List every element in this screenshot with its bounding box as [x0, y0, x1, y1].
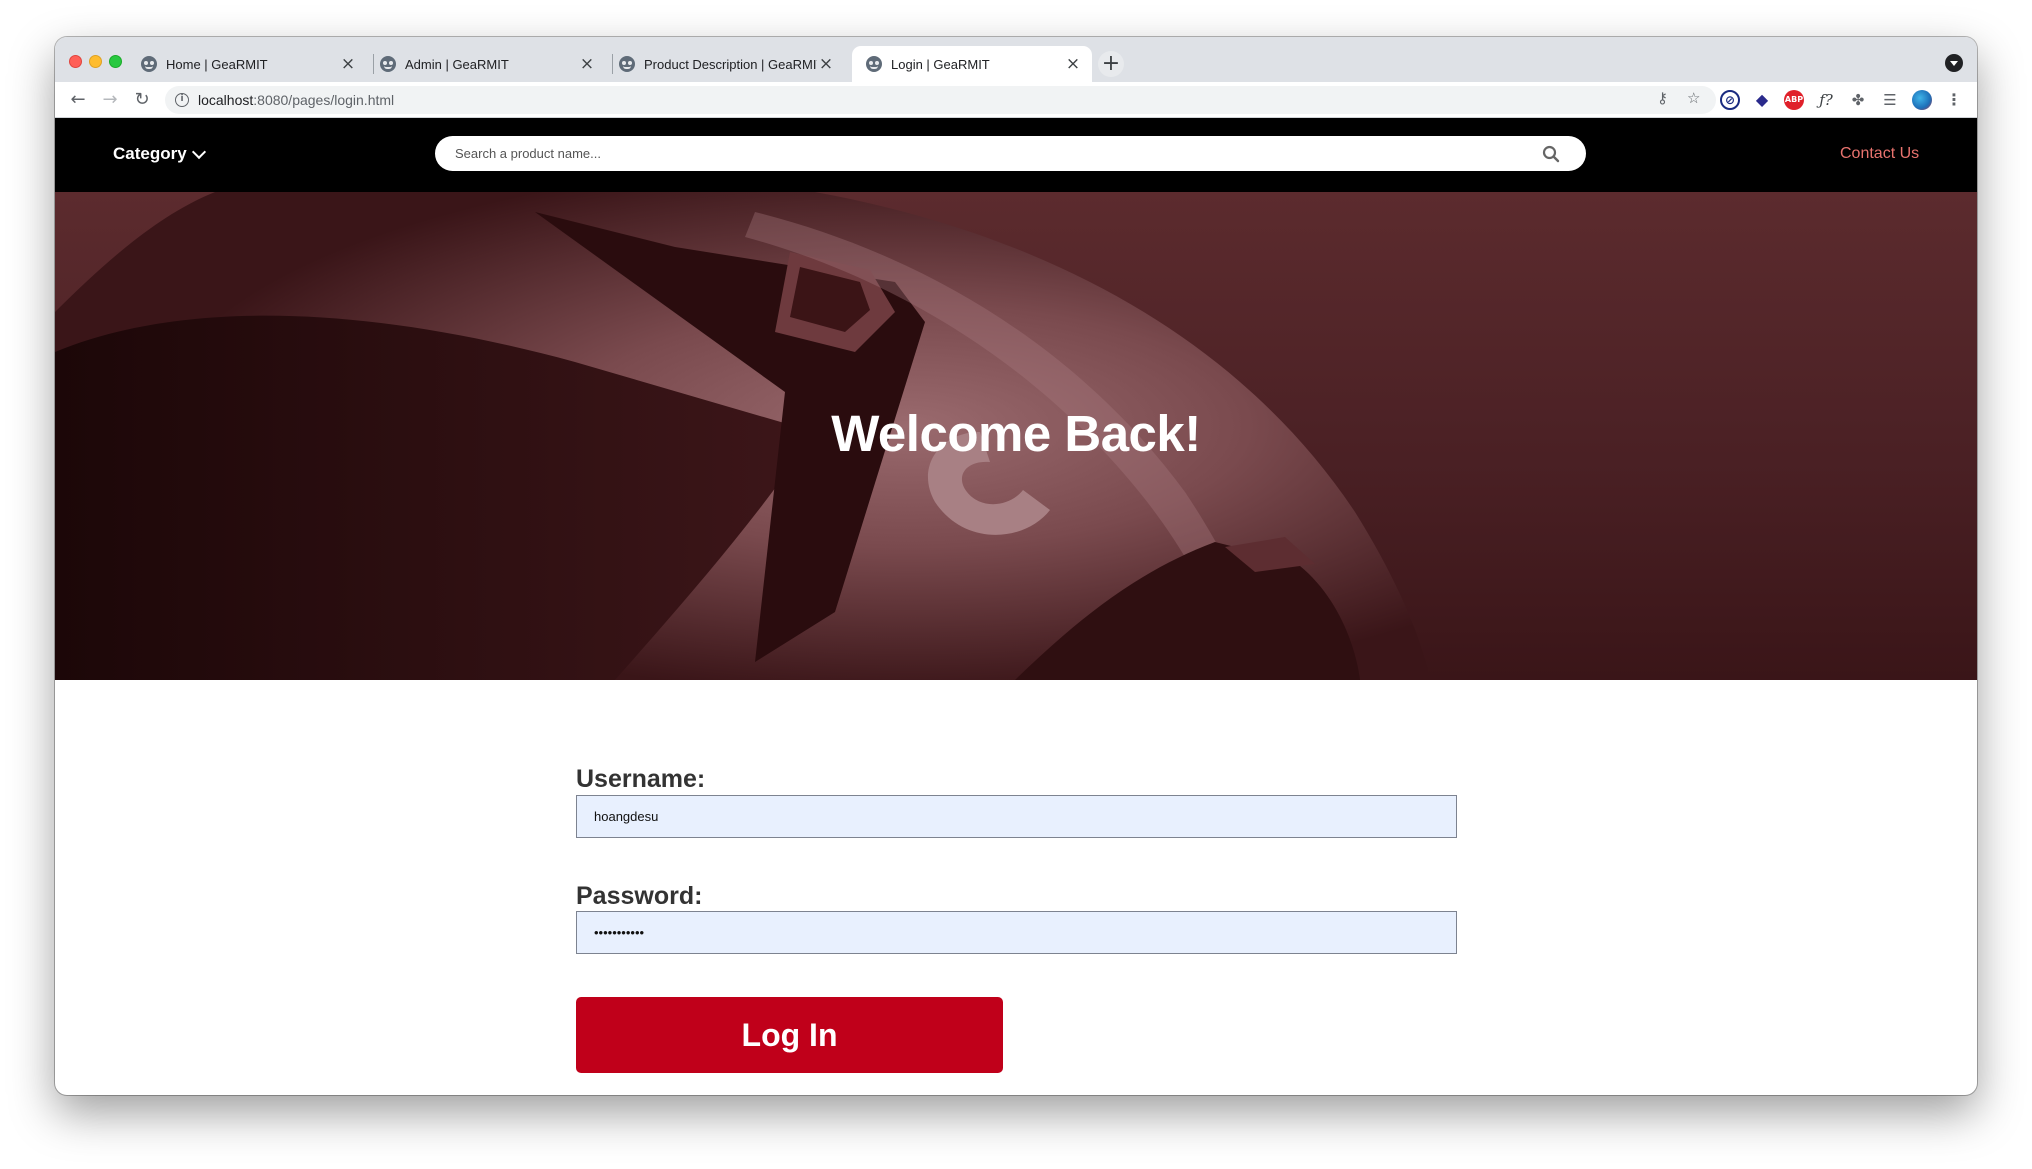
site-favicon-icon: [619, 56, 635, 72]
tab-title: Login | GeaRMIT: [891, 56, 990, 72]
category-label: Category: [113, 144, 187, 163]
site-info-icon[interactable]: i: [175, 93, 189, 107]
site-favicon-icon: [141, 56, 157, 72]
tab-title: Product Description | GeaRMIT: [644, 56, 817, 72]
bookmark-star-icon[interactable]: ☆: [1687, 89, 1700, 107]
site-favicon-icon: [866, 56, 882, 72]
browser-window: Home | GeaRMIT × Admin | GeaRMIT × Produ…: [55, 37, 1977, 1095]
browser-toolbar: ← → ↻ i localhost:8080/pages/login.html …: [55, 82, 1977, 118]
url-text[interactable]: localhost:8080/pages/login.html: [198, 92, 394, 108]
tab-login[interactable]: Login | GeaRMIT ×: [852, 46, 1092, 82]
close-tab-icon[interactable]: ×: [1064, 55, 1082, 73]
site-navbar: Category Contact Us: [55, 118, 1977, 192]
login-button[interactable]: Log In: [576, 997, 1003, 1073]
forward-arrow-icon[interactable]: →: [98, 88, 122, 112]
tab-title: Admin | GeaRMIT: [405, 56, 509, 72]
reload-icon[interactable]: ↻: [130, 88, 154, 112]
adblock-icon[interactable]: ABP: [1784, 90, 1804, 110]
tab-admin[interactable]: Admin | GeaRMIT ×: [366, 46, 606, 82]
minimize-window-button[interactable]: [89, 55, 102, 68]
page-title: Welcome Back!: [831, 405, 1201, 462]
search-input[interactable]: [435, 136, 1535, 171]
reading-list-icon[interactable]: ☰: [1880, 90, 1900, 110]
address-bar[interactable]: i localhost:8080/pages/login.html ⚷ ☆: [165, 86, 1716, 114]
key-icon[interactable]: ⚷: [1657, 89, 1668, 107]
zoom-window-button[interactable]: [109, 55, 122, 68]
close-tab-icon[interactable]: ×: [817, 55, 835, 73]
username-label: Username:: [576, 765, 706, 793]
new-tab-button[interactable]: +: [1098, 51, 1124, 77]
block-icon[interactable]: ⊘: [1720, 90, 1740, 110]
site-favicon-icon: [380, 56, 396, 72]
formula-icon[interactable]: ƒ?: [1816, 90, 1836, 110]
more-menu-icon[interactable]: ⋮: [1944, 90, 1964, 110]
password-label: Password:: [576, 882, 703, 910]
chevron-down-icon: [191, 144, 206, 159]
tab-home[interactable]: Home | GeaRMIT ×: [127, 46, 367, 82]
tab-title: Home | GeaRMIT: [166, 56, 268, 72]
contact-us-link[interactable]: Contact Us: [1840, 145, 1919, 163]
tab-search-icon[interactable]: [1945, 54, 1963, 72]
tab-strip: Home | GeaRMIT × Admin | GeaRMIT × Produ…: [55, 37, 1977, 82]
shield-extension-icon[interactable]: ◆: [1752, 90, 1772, 110]
profile-avatar[interactable]: [1912, 90, 1932, 110]
username-field[interactable]: [576, 795, 1457, 838]
category-dropdown[interactable]: Category: [113, 144, 206, 164]
password-field[interactable]: [576, 911, 1457, 954]
hero-banner: Welcome Back!: [55, 192, 1977, 680]
tab-product-description[interactable]: Product Description | GeaRMIT ×: [605, 46, 845, 82]
back-arrow-icon[interactable]: ←: [66, 88, 90, 112]
product-search-bar: [435, 136, 1586, 171]
close-tab-icon[interactable]: ×: [339, 55, 357, 73]
search-icon[interactable]: [1542, 145, 1560, 163]
puzzle-icon[interactable]: ✤: [1848, 90, 1868, 110]
close-window-button[interactable]: [69, 55, 82, 68]
close-tab-icon[interactable]: ×: [578, 55, 596, 73]
